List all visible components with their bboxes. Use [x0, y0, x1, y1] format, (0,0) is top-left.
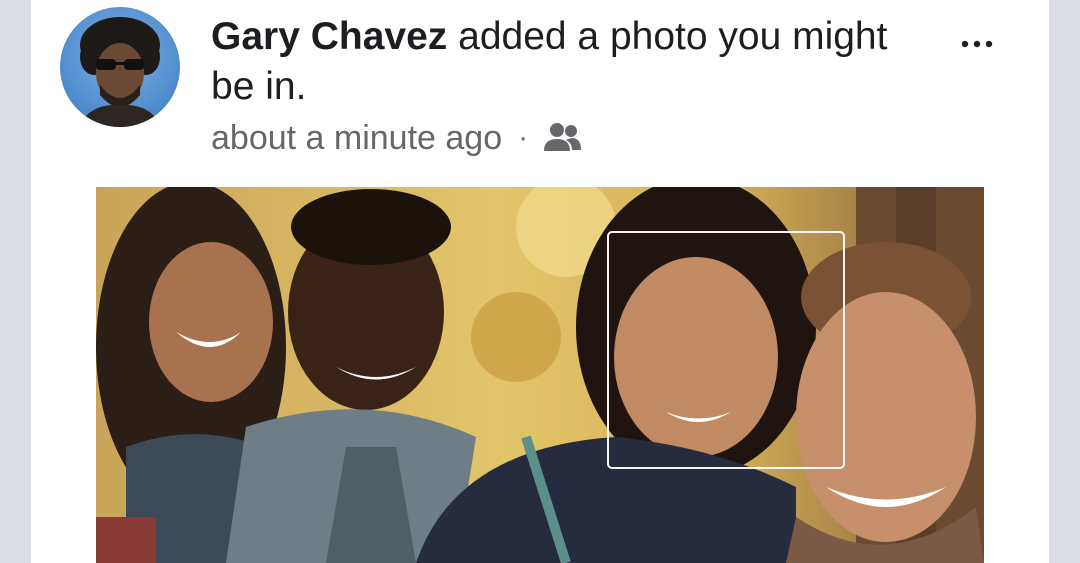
group-photo-image	[96, 187, 984, 563]
avatar-image	[60, 7, 180, 127]
author-avatar[interactable]	[60, 7, 180, 127]
post-timestamp[interactable]: about a minute ago	[211, 119, 502, 158]
post-meta: about a minute ago ·	[211, 116, 582, 160]
more-options-icon	[961, 40, 993, 48]
face-tag-box[interactable]	[607, 231, 845, 469]
feed-post-card: Gary Chavez added a photo you might be i…	[31, 0, 1049, 563]
post-headline: Gary Chavez added a photo you might be i…	[211, 12, 941, 112]
post-photo[interactable]	[96, 187, 984, 563]
meta-separator: ·	[518, 121, 529, 154]
friends-icon[interactable]	[542, 121, 582, 155]
author-name-link[interactable]: Gary Chavez	[211, 15, 447, 58]
more-options-button[interactable]	[953, 14, 1003, 54]
